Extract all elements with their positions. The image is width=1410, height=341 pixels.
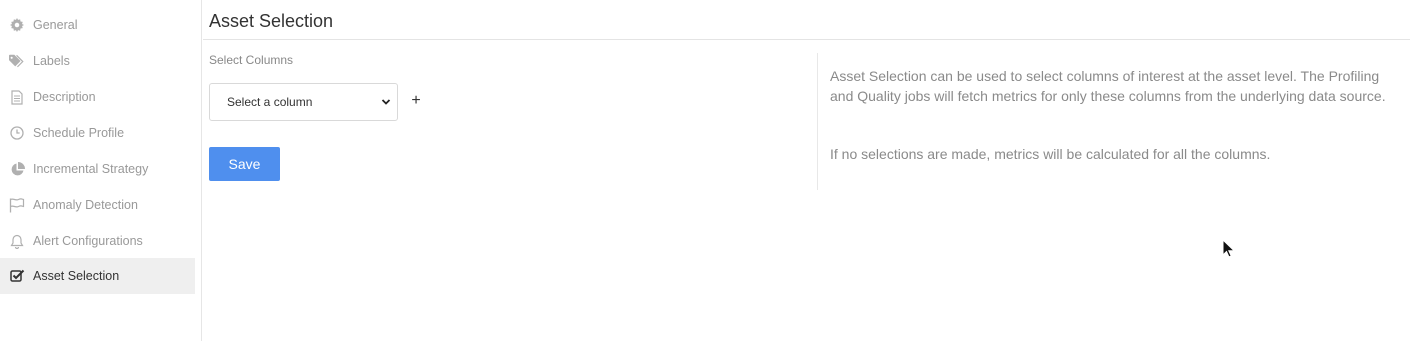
- checkbox-checked-icon: [9, 268, 25, 284]
- column-select[interactable]: Select a column: [209, 83, 398, 121]
- mouse-cursor-icon: [1222, 239, 1234, 258]
- tags-icon: [9, 53, 25, 69]
- settings-sidebar: General Labels Description Schedule Prof…: [0, 0, 202, 341]
- add-column-button[interactable]: +: [407, 90, 425, 112]
- sidebar-item-label: Anomaly Detection: [33, 198, 138, 212]
- sidebar-item-alert-configurations[interactable]: Alert Configurations: [0, 223, 195, 259]
- document-icon: [9, 89, 25, 105]
- sidebar-item-label: General: [33, 18, 78, 32]
- clock-icon: [9, 125, 25, 141]
- save-button[interactable]: Save: [209, 147, 280, 181]
- sidebar-item-label: Labels: [33, 54, 70, 68]
- flag-icon: [9, 197, 25, 213]
- help-text-primary: Asset Selection can be used to select co…: [830, 68, 1386, 104]
- sidebar-item-description[interactable]: Description: [0, 79, 195, 115]
- help-text-secondary: If no selections are made, metrics will …: [830, 146, 1271, 162]
- select-columns-label: Select Columns: [209, 53, 294, 67]
- sidebar-item-incremental-strategy[interactable]: Incremental Strategy: [0, 151, 195, 187]
- sidebar-item-label: Incremental Strategy: [33, 162, 149, 176]
- sidebar-item-anomaly-detection[interactable]: Anomaly Detection: [0, 187, 195, 223]
- pie-chart-icon: [9, 161, 25, 177]
- sidebar-item-label: Schedule Profile: [33, 126, 125, 140]
- title-divider: [203, 39, 1410, 40]
- help-panel-divider: [817, 53, 818, 190]
- sidebar-item-general[interactable]: General: [0, 7, 195, 43]
- sidebar-item-asset-selection[interactable]: Asset Selection: [0, 258, 195, 294]
- sidebar-item-label: Alert Configurations: [33, 234, 143, 248]
- sidebar-item-schedule-profile[interactable]: Schedule Profile: [0, 115, 195, 151]
- chevron-down-icon: [381, 99, 391, 105]
- bell-icon: [9, 233, 25, 249]
- gear-icon: [9, 17, 25, 33]
- page-title: Asset Selection: [209, 11, 334, 31]
- column-select-value: Select a column: [227, 95, 313, 109]
- sidebar-item-labels[interactable]: Labels: [0, 43, 195, 79]
- sidebar-item-label: Asset Selection: [33, 269, 120, 283]
- sidebar-item-label: Description: [33, 90, 96, 104]
